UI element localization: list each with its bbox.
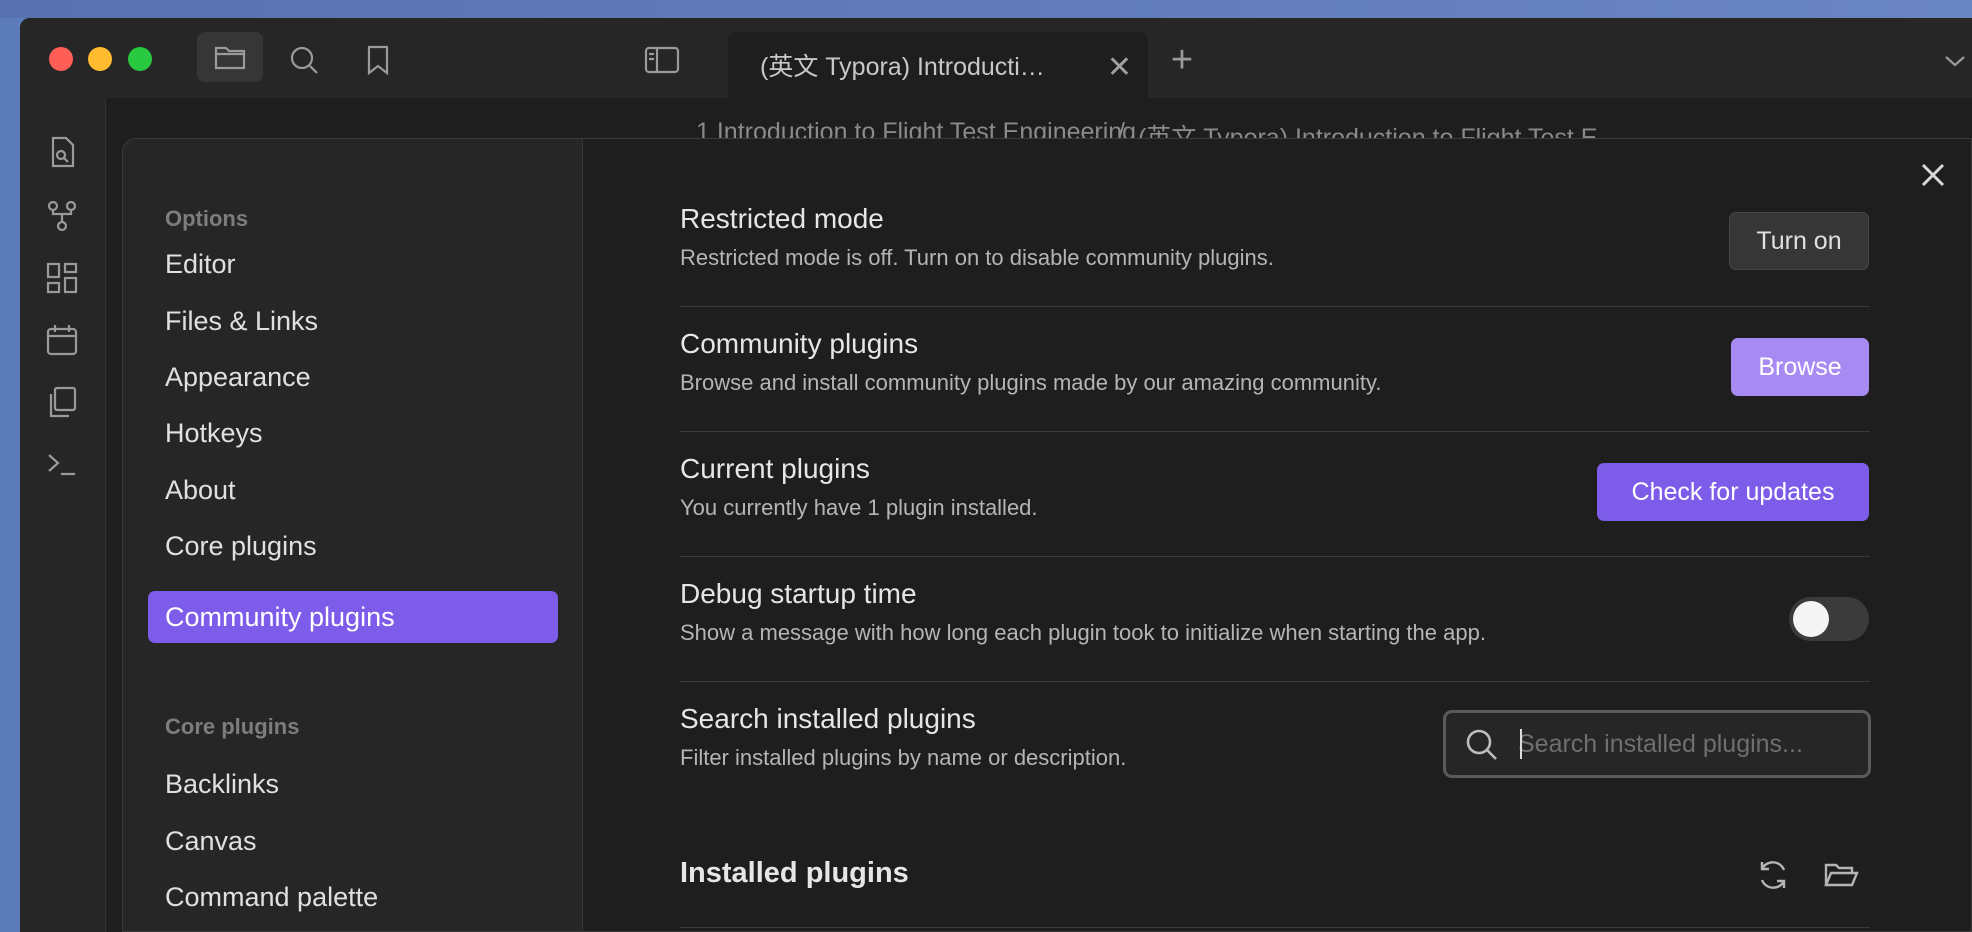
templates-button[interactable] [40, 380, 84, 424]
graph-view-button[interactable] [40, 194, 84, 238]
file-explorer-button[interactable] [197, 32, 263, 82]
refresh-icon [1760, 861, 1786, 889]
settings-nav-core-plugins[interactable]: Core plugins [148, 520, 558, 572]
settings-modal: Options Editor Files & Links Appearance … [122, 138, 1972, 932]
setting-title: Search installed plugins [680, 703, 976, 734]
setting-debug-startup: Debug startup time Show a message with h… [680, 578, 1870, 658]
sidebar-icon [644, 46, 680, 74]
tab-list-button[interactable] [1940, 46, 1970, 76]
search-plugins-input[interactable] [1518, 725, 1848, 763]
close-settings-button[interactable] [1913, 155, 1953, 195]
minimize-window-button[interactable] [88, 47, 112, 71]
dashboard-icon [46, 262, 78, 294]
setting-title: Current plugins [680, 453, 870, 484]
setting-title: Restricted mode [680, 203, 884, 234]
turn-on-restricted-button[interactable]: Turn on [1729, 212, 1869, 270]
settings-nav-backlinks[interactable]: Backlinks [148, 758, 558, 810]
settings-sidebar: Options Editor Files & Links Appearance … [123, 139, 583, 931]
divider [680, 431, 1870, 432]
text-caret [1520, 729, 1522, 759]
divider [680, 306, 1870, 307]
divider [680, 927, 1870, 928]
setting-community-plugins: Community plugins Browse and install com… [680, 328, 1870, 408]
toggle-knob [1793, 601, 1829, 637]
setting-restricted-mode: Restricted mode Restricted mode is off. … [680, 203, 1870, 283]
file-search-icon [51, 136, 75, 168]
tab-close-icon[interactable]: ✕ [1107, 50, 1132, 85]
divider [680, 681, 1870, 682]
settings-nav-appearance[interactable]: Appearance [148, 351, 558, 403]
search-plugins-box [1443, 710, 1871, 778]
divider [680, 556, 1870, 557]
copy-icon [49, 386, 77, 418]
setting-description: Browse and install community plugins mad… [680, 370, 1382, 395]
search-icon [290, 46, 318, 74]
chevron-down-icon [1945, 56, 1965, 67]
quick-switcher-button[interactable] [40, 130, 84, 174]
setting-description: You currently have 1 plugin installed. [680, 495, 1038, 520]
setting-description: Show a message with how long each plugin… [680, 620, 1486, 645]
calendar-icon [46, 325, 78, 356]
browse-plugins-button[interactable]: Browse [1731, 338, 1869, 396]
settings-nav-command-palette[interactable]: Command palette [148, 871, 558, 923]
daily-note-button[interactable] [40, 318, 84, 362]
close-window-button[interactable] [49, 47, 73, 71]
left-ribbon [20, 98, 106, 932]
setting-title: Community plugins [680, 328, 919, 359]
terminal-icon [48, 454, 75, 476]
open-plugins-folder-button[interactable] [1819, 853, 1863, 897]
close-icon [1921, 163, 1945, 187]
bookmarks-button[interactable] [356, 38, 400, 82]
search-icon [1466, 729, 1497, 760]
canvas-button[interactable] [40, 256, 84, 300]
setting-description: Restricted mode is off. Turn on to disab… [680, 245, 1274, 270]
settings-nav-hotkeys[interactable]: Hotkeys [148, 407, 558, 459]
options-section-label: Options [165, 206, 249, 231]
new-tab-button[interactable]: + [1162, 39, 1202, 81]
command-palette-button[interactable] [40, 442, 84, 486]
settings-nav-canvas[interactable]: Canvas [148, 815, 558, 867]
bookmark-icon [367, 45, 389, 76]
desktop-background [0, 0, 1972, 18]
maximize-window-button[interactable] [128, 47, 152, 71]
tab-title: (英文 Typora) Introducti… [760, 53, 1045, 81]
folder-open-icon [1824, 863, 1859, 887]
reload-plugins-button[interactable] [1751, 853, 1795, 897]
setting-description: Filter installed plugins by name or desc… [680, 745, 1127, 770]
core-plugins-section-label: Core plugins [165, 714, 300, 739]
installed-plugins-heading: Installed plugins [680, 857, 909, 889]
setting-title: Debug startup time [680, 578, 917, 609]
tab-active-note[interactable]: (英文 Typora) Introducti… ✕ [728, 32, 1148, 98]
settings-nav-files-links[interactable]: Files & Links [148, 295, 558, 347]
git-fork-icon [47, 200, 77, 232]
toggle-sidebar-button[interactable] [640, 38, 684, 82]
settings-nav-about[interactable]: About [148, 464, 558, 516]
settings-nav-community-plugins[interactable]: Community plugins [148, 591, 558, 643]
title-bar: (英文 Typora) Introducti… ✕ + [20, 18, 1972, 98]
check-for-updates-button[interactable]: Check for updates [1597, 463, 1869, 521]
search-button[interactable] [282, 38, 326, 82]
settings-nav-editor[interactable]: Editor [148, 238, 558, 290]
debug-startup-toggle[interactable] [1789, 597, 1869, 641]
folder-icon [214, 46, 246, 70]
